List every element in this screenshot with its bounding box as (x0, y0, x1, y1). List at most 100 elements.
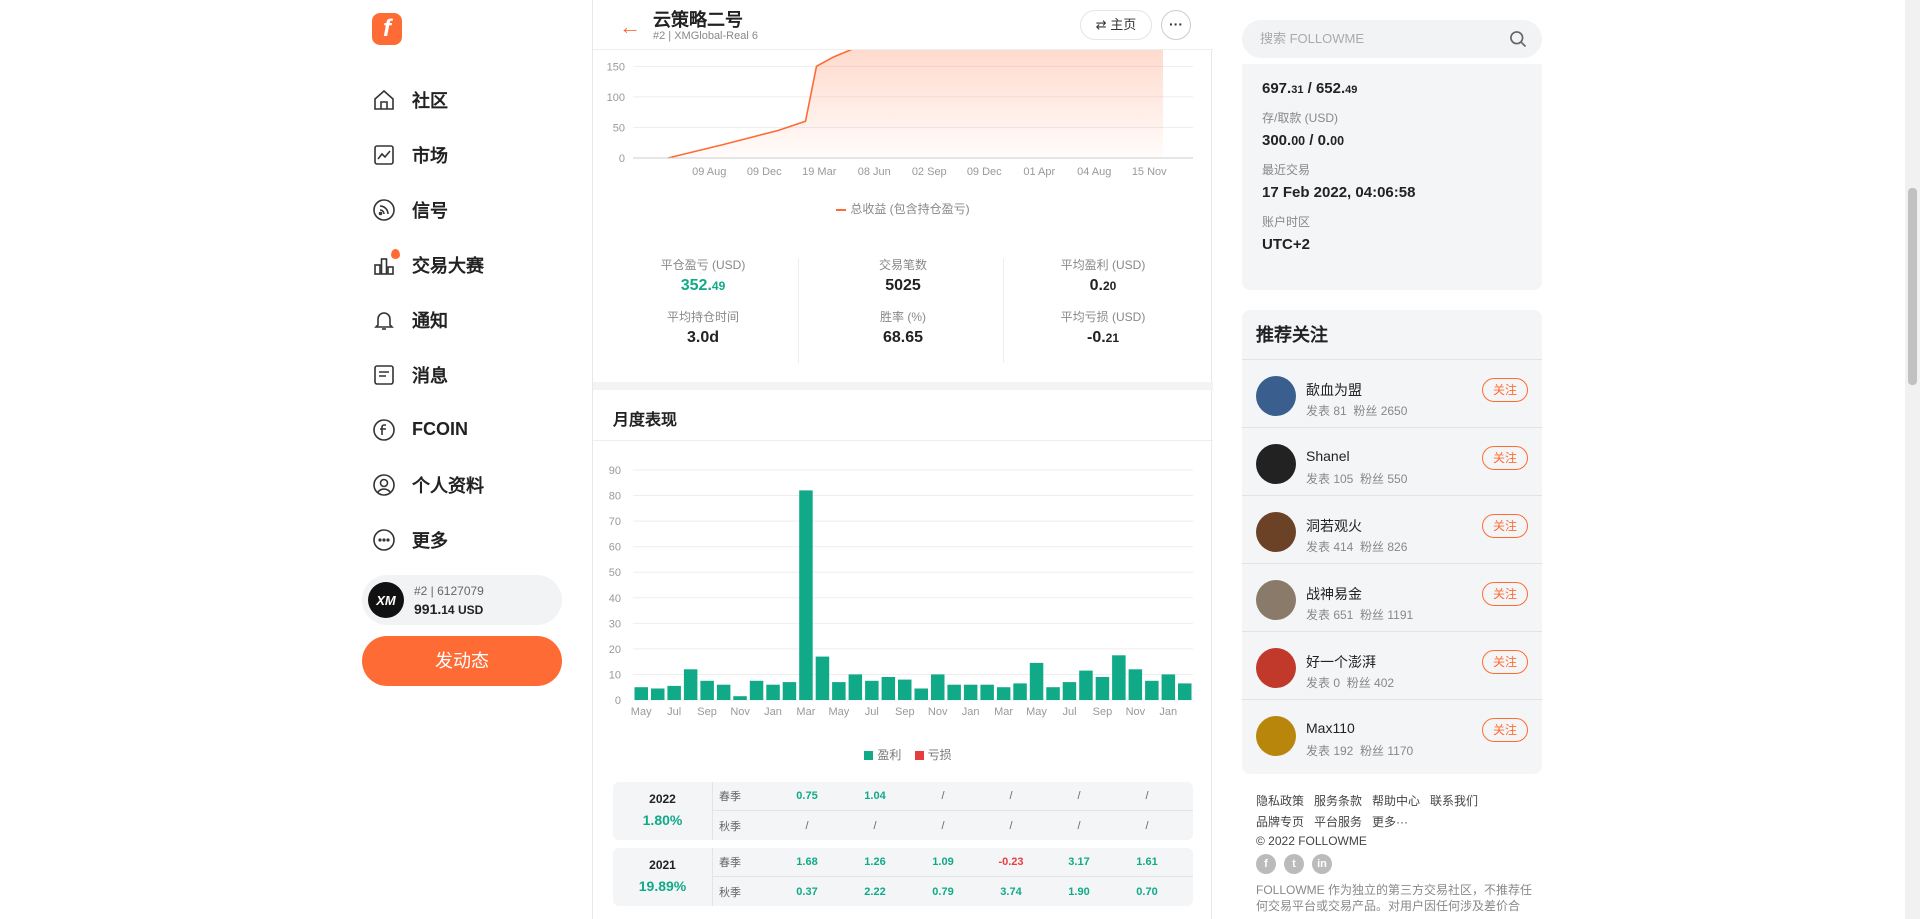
follow-button[interactable]: 关注 (1482, 718, 1528, 742)
linkedin-icon[interactable]: in (1312, 854, 1332, 874)
nav-item-market[interactable]: 市场 (372, 127, 484, 182)
home-button[interactable]: ⇄ 主页 (1080, 10, 1152, 40)
monthly-bar (980, 684, 994, 700)
x-tick-label: Sep (1093, 706, 1113, 718)
account-switcher[interactable]: XM #2 | 6127079 991.14 USD (362, 575, 562, 625)
x-tick-label: Nov (1126, 706, 1146, 718)
user-name[interactable]: 歃血为盟 (1306, 380, 1362, 400)
user-fans: 粉丝 550 (1360, 472, 1408, 486)
nav-item-label: 市场 (412, 145, 448, 166)
recommend-user[interactable]: Max110 发表 192 粉丝 1170 关注 (1242, 700, 1542, 768)
x-tick-label: Jan (764, 706, 782, 718)
recommend-user[interactable]: 歃血为盟发表 81 粉丝 2650 关注 (1242, 360, 1542, 428)
avatar[interactable] (1256, 376, 1296, 416)
stat-avg-profit: 平均盈利 (USD) 0.20 (1003, 256, 1203, 295)
monthly-bar (683, 669, 698, 700)
recommend-user[interactable]: 战神易金 发表 651 粉丝 1191 关注 (1242, 564, 1542, 632)
footer-link[interactable]: 隐私政策 (1256, 794, 1304, 808)
nav-item-fcoin[interactable]: FCOIN (372, 402, 484, 457)
user-name[interactable]: 好一个澎湃 (1306, 652, 1376, 672)
follow-button[interactable]: 关注 (1482, 582, 1528, 606)
user-name[interactable]: Shanel (1306, 448, 1350, 464)
equity-int: 652. (1315, 80, 1346, 97)
timezone-label: 账户时区 (1262, 215, 1311, 229)
footer-link[interactable]: 平台服务 (1314, 815, 1362, 829)
stat-value: 352.49 (603, 277, 803, 295)
stat-label: 交易笔数 (878, 258, 927, 272)
chart-icon (374, 144, 394, 165)
search-icon[interactable] (1508, 29, 1528, 49)
back-arrow-icon[interactable]: ← (619, 14, 641, 40)
footer-link[interactable]: 品牌专页 (1256, 815, 1304, 829)
recommend-user[interactable]: 洞若观火 发表 414 粉丝 826 关注 (1242, 496, 1542, 564)
twitter-icon[interactable]: t (1284, 854, 1304, 874)
user-meta: 发表 81 粉丝 2650 (1306, 402, 1407, 419)
stat-dec: 21 (1105, 331, 1120, 345)
more-options-button[interactable]: ··· (1161, 10, 1191, 40)
footer-link[interactable]: 服务条款 (1314, 794, 1362, 808)
season-row: 秋季 0.37 2.22 0.79 3.74 1.90 0.70 (713, 877, 1193, 906)
divider (593, 440, 1213, 441)
followme-logo[interactable]: f (372, 13, 402, 45)
monthly-bar (1013, 683, 1027, 700)
user-name[interactable]: 洞若观火 (1306, 516, 1362, 536)
stat-label: 平均持仓时间 (666, 310, 739, 324)
nav-item-profile[interactable]: 个人资料 (372, 457, 484, 512)
post-button[interactable]: 发动态 (362, 636, 562, 686)
follow-button[interactable]: 关注 (1482, 378, 1528, 402)
month-value: 1.90 (1068, 885, 1090, 898)
stat-int: -0. (1086, 329, 1106, 346)
avatar[interactable] (1256, 512, 1296, 552)
monthly-bar (865, 680, 879, 700)
footer-link[interactable]: 更多··· (1372, 815, 1408, 829)
stat-label: 平均亏损 (USD) (1060, 310, 1146, 324)
user-name[interactable]: 战神易金 (1306, 584, 1362, 604)
right-sidebar: 697.31 / 652.49 存/取款 (USD) 300.00 / 0.00… (1242, 0, 1542, 919)
y-tick-label: 0 (615, 695, 621, 707)
nav-item-notify[interactable]: 通知 (372, 292, 484, 347)
follow-button[interactable]: 关注 (1482, 514, 1528, 538)
month-value: 1.04 (864, 790, 886, 802)
nav-item-more[interactable]: 更多 (372, 512, 484, 567)
season-row: 秋季 / / / / / / (713, 811, 1193, 840)
monthly-bar (947, 684, 961, 700)
footer-links: 隐私政策 服务条款 帮助中心 联系我们 (1256, 792, 1542, 809)
user-name[interactable]: Max110 (1306, 720, 1355, 736)
deposit-dec: 00 (1330, 134, 1345, 148)
monthly-bar (815, 656, 830, 700)
avatar[interactable] (1256, 648, 1296, 688)
equity-int: 697. (1262, 80, 1292, 97)
follow-button[interactable]: 关注 (1482, 446, 1528, 470)
facebook-icon[interactable]: f (1256, 854, 1276, 874)
user-meta: 发表 105 粉丝 550 (1306, 470, 1407, 487)
footer-link[interactable]: 帮助中心 (1372, 794, 1420, 808)
avatar[interactable] (1256, 580, 1296, 620)
avatar[interactable] (1256, 444, 1296, 484)
account-balance: 991.14 USD (414, 601, 484, 617)
x-tick-label: Nov (730, 706, 750, 718)
legend-label: 盈利 (877, 748, 902, 762)
monthly-bar (733, 696, 747, 700)
monthly-bar (634, 687, 648, 700)
follow-button[interactable]: 关注 (1482, 650, 1528, 674)
nav-item-community[interactable]: 社区 (372, 72, 484, 127)
stat-dec: 20 (1102, 279, 1117, 293)
recommend-user[interactable]: Shanel 发表 105 粉丝 550 关注 (1242, 428, 1542, 496)
nav-item-messages[interactable]: 消息 (372, 347, 484, 402)
nav-item-signal[interactable]: 信号 (372, 182, 484, 237)
account-id: #2 | 6127079 (414, 583, 484, 598)
user-posts: 发表 414 (1306, 540, 1354, 554)
nav-item-contest[interactable]: 交易大赛 (372, 237, 484, 292)
deposit-int: 300. (1262, 132, 1292, 149)
month-value: 1.61 (1136, 856, 1158, 868)
month-value: / (941, 819, 945, 832)
recommend-user[interactable]: 好一个澎湃 发表 0 粉丝 402 关注 (1242, 632, 1542, 700)
scrollbar-thumb[interactable] (1908, 188, 1917, 385)
scrollbar[interactable] (1905, 0, 1920, 919)
footer-link[interactable]: 联系我们 (1430, 794, 1478, 808)
monthly-title: 月度表现 (613, 412, 678, 429)
timezone-value: UTC+2 (1262, 236, 1310, 253)
search-input[interactable]: 搜索 FOLLOWME (1242, 20, 1542, 58)
avatar[interactable] (1256, 716, 1296, 756)
year-percent: 1.80% (642, 812, 683, 828)
